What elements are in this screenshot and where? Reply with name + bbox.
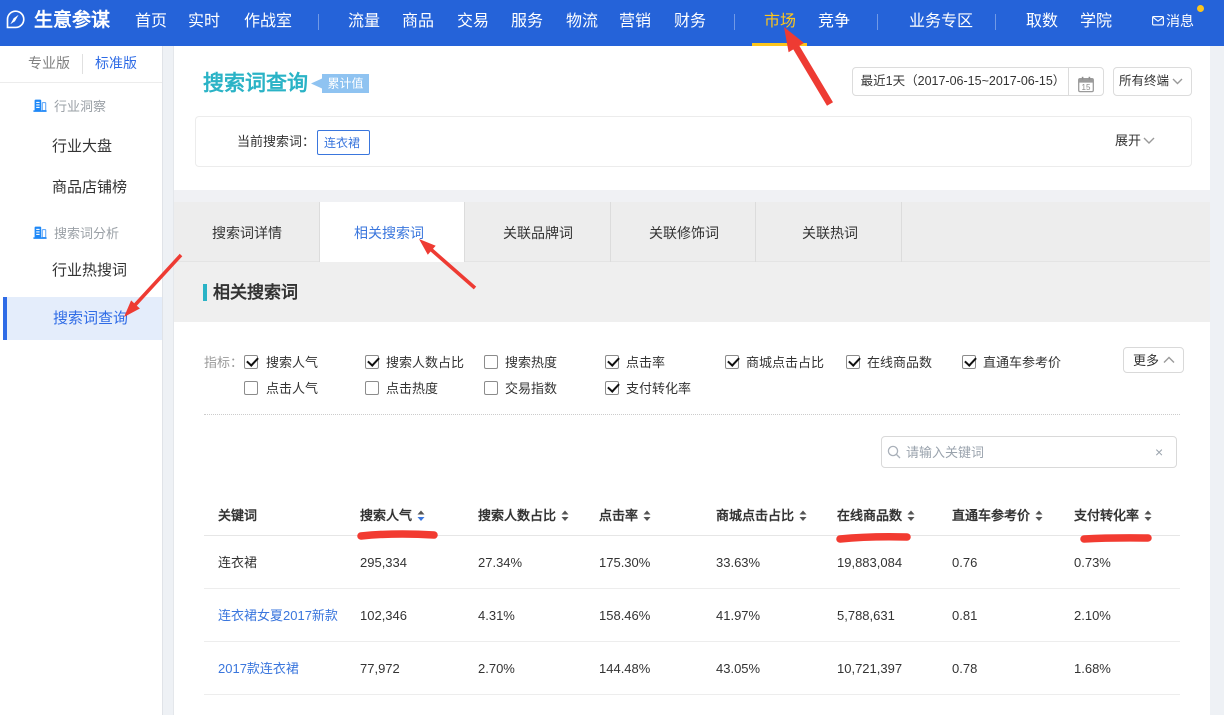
svg-text:15: 15 bbox=[1082, 83, 1091, 92]
svg-text:累计值: 累计值 bbox=[327, 76, 363, 91]
